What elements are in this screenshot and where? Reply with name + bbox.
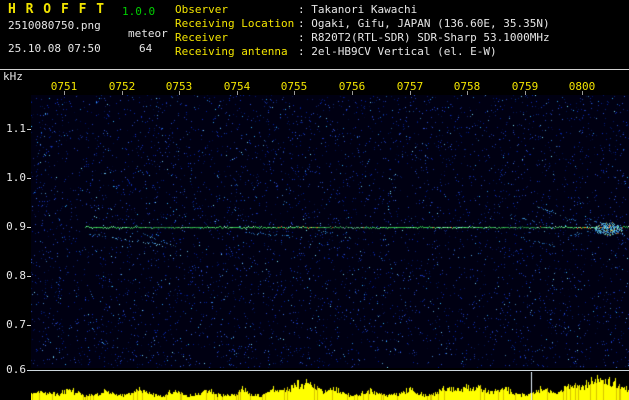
freq-tick-0-6: 0.6 <box>6 363 26 376</box>
antenna-value: : 2el-HB9CV Vertical (el. E-W) <box>298 45 497 58</box>
antenna-row: Receiving antenna : 2el-HB9CV Vertical (e… <box>175 45 550 59</box>
app-name: H R O F F T <box>8 2 106 17</box>
capture-datetime: 25.10.08 07:50 <box>8 42 101 55</box>
freq-tick-1-0: 1.0 <box>6 171 26 184</box>
echo-count: 64 <box>139 42 153 55</box>
freq-tick-0-7: 0.7 <box>6 318 26 331</box>
hrofft-output: H R O F F T 1.0.0 2510080750.png meteor … <box>0 0 629 400</box>
time-axis: 0751 0752 0753 0754 0755 0756 0757 0758 … <box>0 80 629 93</box>
antenna-label: Receiving antenna <box>175 45 288 58</box>
observer-row: Observer : Takanori Kawachi <box>175 3 550 17</box>
location-value: : Ogaki, Gifu, JAPAN (136.60E, 35.35N) <box>298 17 550 30</box>
freq-tick-0-8: 0.8 <box>6 269 26 282</box>
level-strip-separator-line <box>27 370 629 371</box>
observer-label: Observer <box>175 3 228 16</box>
freq-tick-0-9: 0.9 <box>6 220 26 233</box>
spectrogram-canvas <box>31 95 629 368</box>
observer-value: : Takanori Kawachi <box>298 3 418 16</box>
receiver-value: : R820T2(RTL-SDR) SDR-Sharp 53.1000MHz <box>298 31 550 44</box>
app-title: H R O F F T <box>8 3 105 16</box>
location-label: Receiving Location <box>175 17 295 30</box>
mode-label: meteor <box>128 27 168 40</box>
receiver-label: Receiver <box>175 31 228 44</box>
station-info: Observer : Takanori Kawachi Receiving Loc… <box>175 3 550 59</box>
receiver-row: Receiver : R820T2(RTL-SDR) SDR-Sharp 53.1… <box>175 31 550 45</box>
output-filename: 2510080750.png <box>8 19 101 32</box>
freq-tick-1-1: 1.1 <box>6 122 26 135</box>
header-separator-line <box>0 69 629 70</box>
location-row: Receiving Location: Ogaki, Gifu, JAPAN (… <box>175 17 550 31</box>
app-version: 1.0.0 <box>122 5 156 18</box>
signal-level-canvas <box>31 372 629 400</box>
